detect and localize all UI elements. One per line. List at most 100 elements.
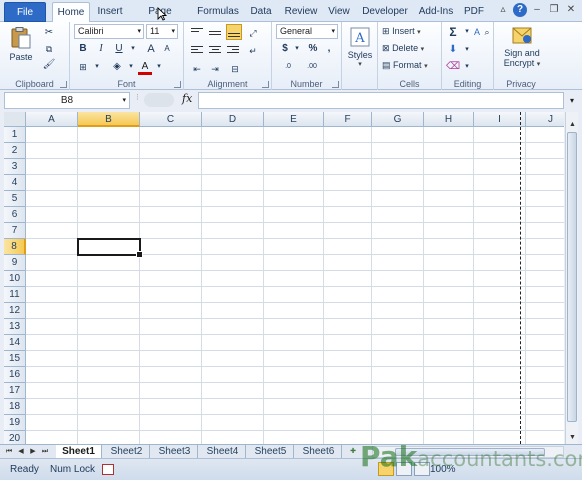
page-layout-view-button[interactable] [396, 462, 412, 476]
row-header-12[interactable]: 12 [4, 303, 26, 319]
row-header-9[interactable]: 9 [4, 255, 26, 271]
column-header-h[interactable]: H [424, 112, 474, 127]
tab-developer[interactable]: Developer [360, 2, 410, 22]
delete-cells-button[interactable]: ⊠ Delete ▾ [382, 43, 440, 54]
minimize-ribbon-icon[interactable]: ▵ [496, 3, 510, 17]
scroll-up-icon[interactable]: ▲ [566, 118, 579, 131]
column-header-f[interactable]: F [324, 112, 372, 127]
increase-indent-icon[interactable]: ⇥ [208, 62, 222, 76]
prev-sheet-icon[interactable]: ◀ [16, 445, 26, 458]
select-all-button[interactable] [4, 112, 26, 127]
horizontal-scroll-thumb[interactable] [395, 448, 545, 456]
help-icon[interactable]: ? [513, 3, 527, 17]
normal-view-button[interactable] [378, 462, 394, 476]
fill-color-icon[interactable]: ◈ [110, 60, 124, 74]
font-name-dropdown[interactable]: Calibri ▾ [74, 24, 144, 39]
orientation-icon[interactable]: ⤢ [246, 26, 260, 40]
copy-icon[interactable]: ⧉ [42, 42, 56, 56]
find-select-icon[interactable]: ⌕ [480, 25, 494, 39]
borders-icon[interactable]: ⊞ [76, 60, 90, 74]
insert-worksheet-icon[interactable]: ✚ [346, 445, 360, 458]
decrease-decimal-button[interactable]: .00 [302, 60, 322, 74]
first-sheet-icon[interactable]: ⏮ [4, 445, 14, 458]
font-color-button[interactable]: A [138, 60, 152, 75]
currency-dropdown-icon[interactable]: ▾ [290, 42, 304, 56]
column-header-d[interactable]: D [202, 112, 264, 127]
clear-dropdown-icon[interactable]: ▾ [460, 60, 474, 74]
name-box[interactable]: B8 ▾ [4, 92, 130, 109]
record-macro-icon[interactable] [102, 464, 114, 475]
active-cell-b8[interactable] [77, 238, 143, 258]
page-break-view-button[interactable] [414, 462, 430, 476]
percent-button[interactable]: % [306, 42, 320, 56]
row-header-3[interactable]: 3 [4, 159, 26, 175]
increase-decimal-button[interactable]: .0 [278, 60, 298, 74]
borders-dropdown-icon[interactable]: ▾ [90, 60, 104, 74]
close-icon[interactable]: ✕ [564, 3, 578, 17]
paste-button[interactable]: Paste [6, 26, 36, 66]
row-header-1[interactable]: 1 [4, 127, 26, 143]
clear-icon[interactable]: ⌫ [446, 60, 460, 74]
merge-center-icon[interactable]: ⊟ [228, 62, 242, 76]
comma-button[interactable]: , [322, 42, 336, 56]
decrease-indent-icon[interactable]: ⇤ [190, 62, 204, 76]
autosum-button[interactable]: Σ [446, 25, 460, 39]
column-header-a[interactable]: A [26, 112, 78, 127]
sheet-tab-sheet2[interactable]: Sheet2 [104, 445, 150, 458]
restore-icon[interactable]: ❐ [547, 3, 561, 17]
align-top-icon[interactable] [190, 26, 204, 40]
row-header-17[interactable]: 17 [4, 383, 26, 399]
font-color-dropdown-icon[interactable]: ▾ [152, 60, 166, 74]
row-header-11[interactable]: 11 [4, 287, 26, 303]
expand-formula-bar-icon[interactable]: ▾ [566, 92, 578, 109]
number-format-dropdown[interactable]: General ▾ [276, 24, 338, 39]
tab-data[interactable]: Data [246, 2, 276, 22]
insert-function-button[interactable]: fx [182, 92, 192, 105]
row-header-2[interactable]: 2 [4, 143, 26, 159]
next-sheet-icon[interactable]: ▶ [28, 445, 38, 458]
tab-insert[interactable]: Insert [92, 2, 128, 22]
sheet-tab-sheet3[interactable]: Sheet3 [152, 445, 198, 458]
tab-review[interactable]: Review [282, 2, 320, 22]
align-left-icon[interactable] [190, 44, 204, 58]
cut-icon[interactable]: ✂ [42, 26, 56, 40]
align-bottom-icon[interactable] [226, 24, 242, 40]
insert-cells-button[interactable]: ⊞ Insert ▾ [382, 26, 440, 37]
last-sheet-icon[interactable]: ⏭ [40, 445, 50, 458]
tab-formulas[interactable]: Formulas [194, 2, 242, 22]
sheet-tab-sheet5[interactable]: Sheet5 [248, 445, 294, 458]
fill-dropdown-icon[interactable]: ▾ [460, 43, 474, 57]
row-header-20[interactable]: 20 [4, 431, 26, 444]
align-middle-icon[interactable] [208, 26, 222, 40]
tab-add-ins[interactable]: Add-Ins [416, 2, 456, 22]
vertical-scrollbar[interactable]: ▲ ▼ [565, 112, 578, 444]
row-header-10[interactable]: 10 [4, 271, 26, 287]
clipboard-launcher[interactable] [60, 81, 67, 88]
row-header-6[interactable]: 6 [4, 207, 26, 223]
column-header-g[interactable]: G [372, 112, 424, 127]
sign-encrypt-button[interactable]: Sign and Encrypt ▾ [496, 24, 548, 68]
wrap-text-icon[interactable]: ↵ [246, 44, 260, 58]
alignment-launcher[interactable] [262, 81, 269, 88]
column-header-e[interactable]: E [264, 112, 324, 127]
formula-input[interactable] [198, 92, 564, 109]
file-tab[interactable]: File [4, 2, 46, 22]
bold-button[interactable]: B [76, 42, 90, 56]
row-header-4[interactable]: 4 [4, 175, 26, 191]
vertical-scroll-thumb[interactable] [567, 132, 577, 422]
align-right-icon[interactable] [226, 44, 240, 58]
column-header-j[interactable]: J [526, 112, 564, 127]
format-painter-icon[interactable]: 🖌 [42, 58, 56, 72]
tab-view[interactable]: View [324, 2, 354, 22]
sheet-tab-sheet4[interactable]: Sheet4 [200, 445, 246, 458]
format-cells-button[interactable]: ▤ Format ▾ [382, 60, 440, 71]
grow-font-button[interactable]: A [144, 42, 158, 56]
underline-dropdown-icon[interactable]: ▾ [126, 42, 140, 56]
cell-area[interactable] [26, 127, 564, 444]
font-launcher[interactable] [174, 81, 181, 88]
horizontal-scrollbar[interactable] [372, 446, 564, 458]
row-header-5[interactable]: 5 [4, 191, 26, 207]
italic-button[interactable]: I [94, 42, 108, 56]
row-header-13[interactable]: 13 [4, 319, 26, 335]
row-header-7[interactable]: 7 [4, 223, 26, 239]
